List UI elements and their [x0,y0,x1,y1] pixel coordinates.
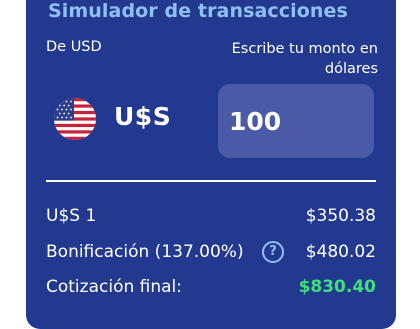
exchange-rate-row: U$S 1 $350.38 [46,206,376,232]
bonus-row: Bonificación (137.00%) $480.02 [46,242,376,268]
us-flag-icon [54,98,96,140]
transaction-simulator-card: Simulador de transacciones De USD Escrib… [26,0,396,329]
bonus-label: Bonificación (137.00%) [46,242,244,262]
currency-code: U$S [114,102,172,131]
exchange-rate-label: U$S 1 [46,206,97,226]
final-quote-row: Cotización final: $830.40 [46,277,376,303]
final-quote-value: $830.40 [298,277,376,297]
bonus-value: $480.02 [305,242,376,262]
help-icon[interactable]: ? [262,241,284,263]
from-currency-label: De USD [46,39,102,55]
amount-input[interactable] [218,84,374,158]
exchange-rate-value: $350.38 [305,206,376,226]
amount-instruction-label: Escribe tu monto en dólares [231,41,378,77]
simulator-title: Simulador de transacciones [48,0,348,22]
final-quote-label: Cotización final: [46,277,182,297]
divider [46,180,376,182]
